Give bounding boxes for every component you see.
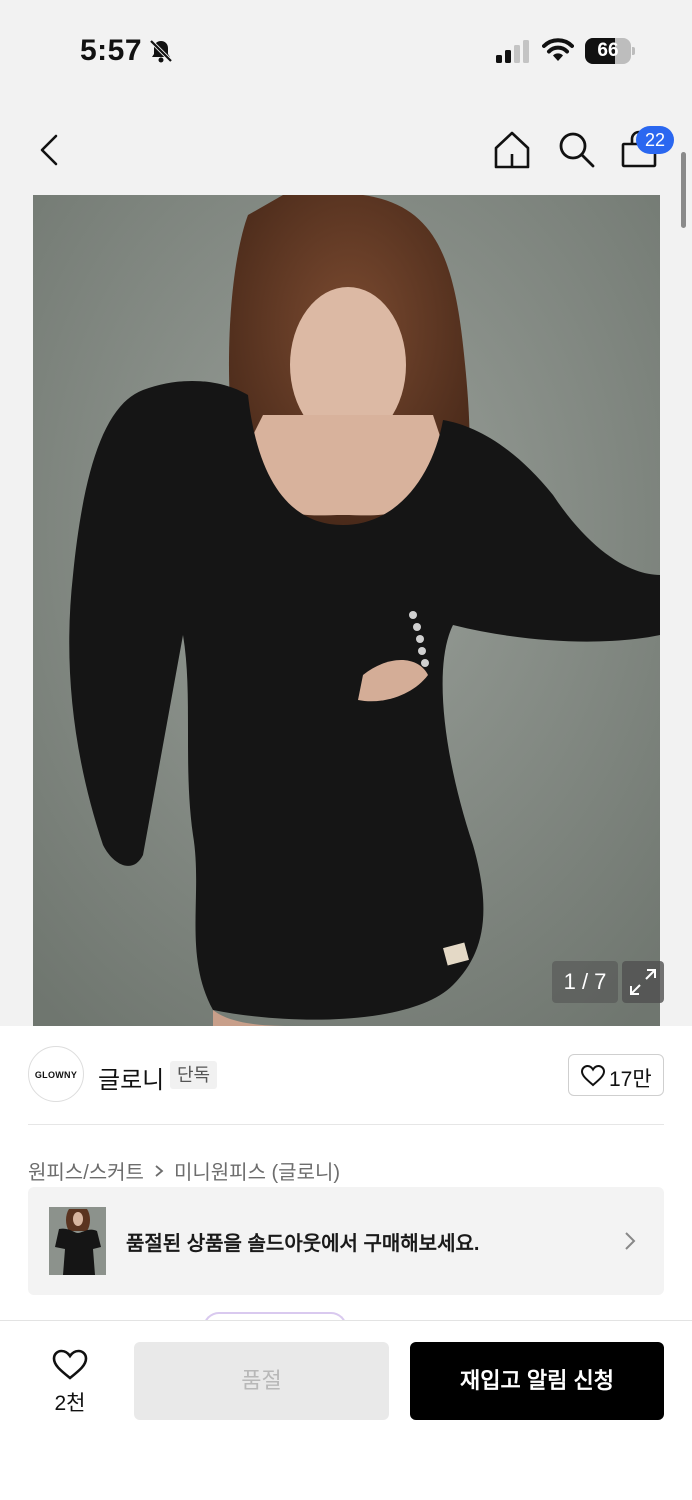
soldout-banner[interactable]: 품절된 상품을 솔드아웃에서 구매해보세요. bbox=[28, 1187, 664, 1295]
product-info: GLOWNY 글로니 단독 17만 원피스/스커트 미니원피스 (글로니) 품절… bbox=[0, 1026, 692, 1342]
top-nav bbox=[0, 110, 692, 190]
cart-count-badge: 22 bbox=[636, 126, 674, 154]
chevron-right-icon bbox=[625, 1232, 636, 1250]
product-thumbnail bbox=[49, 1207, 106, 1275]
chevron-right-icon bbox=[155, 1164, 164, 1177]
expand-icon[interactable] bbox=[622, 961, 664, 1003]
wishlist-count: 2천 bbox=[54, 1392, 86, 1415]
product-image-gallery[interactable] bbox=[33, 195, 660, 1026]
divider bbox=[28, 1124, 664, 1125]
brand-logo[interactable]: GLOWNY bbox=[28, 1046, 84, 1102]
breadcrumb: 원피스/스커트 미니원피스 (글로니) bbox=[28, 1156, 340, 1185]
scrollbar[interactable] bbox=[681, 152, 686, 228]
home-icon[interactable] bbox=[490, 128, 534, 172]
status-bar: 5:57 66 bbox=[0, 0, 692, 100]
soldout-banner-text: 품절된 상품을 솔드아웃에서 구매해보세요. bbox=[126, 1233, 480, 1255]
image-page-indicator: 1 / 7 bbox=[552, 961, 618, 1003]
battery-percent: 66 bbox=[597, 40, 619, 61]
heart-icon bbox=[52, 1349, 88, 1380]
chevron-left-icon[interactable] bbox=[30, 130, 70, 170]
brand-like-count: 17만 bbox=[609, 1068, 652, 1091]
exclusive-badge: 단독 bbox=[170, 1061, 218, 1089]
wishlist-button[interactable]: 2천 bbox=[40, 1345, 100, 1415]
breadcrumb-subcategory[interactable]: 미니원피스 (글로니) bbox=[174, 1156, 340, 1185]
cellular-signal-icon bbox=[496, 40, 529, 63]
wifi-icon bbox=[542, 38, 574, 61]
status-time: 5:57 bbox=[80, 34, 143, 67]
product-photo bbox=[33, 195, 660, 1026]
search-icon[interactable] bbox=[554, 128, 598, 172]
battery-indicator: 66 bbox=[585, 38, 635, 64]
breadcrumb-category[interactable]: 원피스/스커트 bbox=[28, 1156, 144, 1185]
bottom-action-bar: 2천 품절 재입고 알림 신청 bbox=[0, 1320, 692, 1500]
brand-like-button[interactable]: 17만 bbox=[568, 1054, 664, 1096]
soldout-button[interactable]: 품절 bbox=[134, 1342, 389, 1420]
brand-name[interactable]: 글로니 bbox=[98, 1060, 164, 1095]
restock-alert-button[interactable]: 재입고 알림 신청 bbox=[410, 1342, 664, 1420]
heart-icon bbox=[581, 1065, 605, 1087]
bell-off-icon bbox=[149, 39, 173, 63]
